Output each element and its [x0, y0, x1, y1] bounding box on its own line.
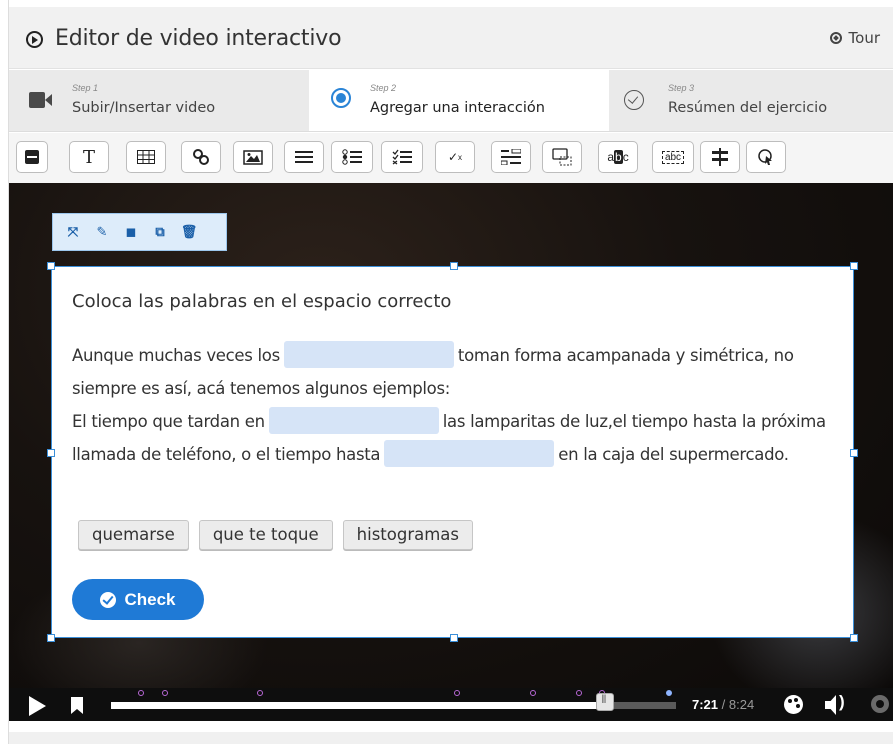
- compass-icon: [829, 32, 842, 44]
- seek-thumb[interactable]: [596, 693, 615, 711]
- gear-icon[interactable]: [871, 695, 889, 713]
- step-label: Subir/Insertar video: [72, 100, 216, 116]
- interaction-marker[interactable]: [257, 690, 263, 696]
- interactive-video-editor: Editor de video interactivo Tour Step 1 …: [8, 0, 893, 744]
- tour-button[interactable]: Tour: [829, 29, 880, 47]
- current-time: 7:21: [692, 697, 719, 712]
- time-display: 7:21 / 8:24: [692, 697, 754, 712]
- resize-handle[interactable]: [850, 634, 858, 642]
- drop-zone[interactable]: [283, 341, 454, 368]
- drop-zone[interactable]: [268, 407, 439, 434]
- resize-handle[interactable]: [47, 634, 55, 642]
- resize-handle[interactable]: [47, 262, 55, 270]
- bookmark-icon[interactable]: [71, 697, 83, 714]
- video-canvas[interactable]: ⤧ ✎ ◼ ⧉ 🗑 Coloca las palabras en el espa…: [9, 183, 893, 721]
- tour-label: Tour: [848, 29, 880, 47]
- drop-zone[interactable]: [384, 440, 555, 467]
- draggable-words: quemarse que te toque histogramas: [78, 520, 474, 550]
- resize-handle[interactable]: [450, 262, 458, 270]
- interaction-marker[interactable]: [454, 690, 460, 696]
- resize-handle[interactable]: [850, 262, 858, 270]
- task-text: Aunque muchas veces los toman forma acamp…: [72, 339, 842, 471]
- label-icon[interactable]: [16, 141, 48, 173]
- step-label: Agregar una interacción: [370, 100, 545, 116]
- video-camera-icon: [29, 92, 52, 108]
- bring-to-front-icon[interactable]: ◼: [124, 224, 138, 239]
- draggable-word[interactable]: histogramas: [342, 520, 474, 550]
- check-button[interactable]: Check: [72, 579, 204, 620]
- expand-icon[interactable]: ⤧: [66, 224, 80, 239]
- page-title: Editor de video interactivo: [55, 26, 342, 51]
- navigation-hotspot-icon[interactable]: [746, 141, 786, 173]
- draggable-word[interactable]: que te toque: [198, 520, 333, 550]
- play-circle-icon: [26, 31, 43, 48]
- statements-icon[interactable]: [284, 141, 324, 173]
- seek-bar[interactable]: [111, 702, 676, 709]
- copy-icon[interactable]: ⧉: [153, 224, 167, 239]
- touch-icon: [331, 88, 351, 108]
- text-segment: Aunque muchas veces los: [72, 346, 280, 365]
- step-label: Resúmen del ejercicio: [668, 100, 828, 116]
- delete-icon[interactable]: 🗑: [181, 224, 198, 239]
- table-icon[interactable]: [126, 141, 166, 173]
- task-title: Coloca las palabras en el espacio correc…: [72, 291, 452, 312]
- tab-step-3[interactable]: Step 3 Resúmen del ejercicio: [609, 70, 893, 131]
- player-controls: 7:21 / 8:24: [9, 688, 893, 721]
- link-icon[interactable]: [181, 141, 221, 173]
- total-time: / 8:24: [721, 697, 755, 712]
- drag-text-icon[interactable]: abc: [652, 141, 694, 173]
- interaction-mini-toolbar: ⤧ ✎ ◼ ⧉ 🗑: [52, 213, 227, 251]
- play-icon[interactable]: [29, 696, 46, 716]
- palette-icon[interactable]: [784, 695, 803, 714]
- text-segment: El tiempo que tardan en: [72, 412, 265, 431]
- interaction-marker[interactable]: [576, 690, 582, 696]
- check-icon: [100, 591, 117, 608]
- step-number: Step 2: [370, 83, 397, 93]
- step-number: Step 3: [668, 83, 695, 93]
- interaction-marker[interactable]: [162, 690, 168, 696]
- crossroads-icon[interactable]: [700, 141, 740, 173]
- drag-text-interaction[interactable]: Coloca las palabras en el espacio correc…: [47, 262, 858, 642]
- multiple-choice-icon[interactable]: [381, 141, 423, 173]
- draggable-word[interactable]: quemarse: [78, 520, 189, 550]
- bookmark-marker[interactable]: [666, 690, 672, 696]
- resize-handle[interactable]: [450, 634, 458, 642]
- resize-handle[interactable]: [47, 449, 55, 457]
- step-tabs: Step 1 Subir/Insertar video Step 2 Agreg…: [9, 70, 893, 132]
- drag-drop-icon[interactable]: [542, 141, 582, 173]
- tab-step-2[interactable]: Step 2 Agregar una interacción: [309, 70, 609, 131]
- seek-progress: [111, 702, 606, 709]
- single-choice-icon[interactable]: [331, 141, 373, 173]
- text-icon[interactable]: T: [69, 141, 109, 173]
- check-label: Check: [124, 589, 176, 609]
- interaction-marker[interactable]: [530, 690, 536, 696]
- editor-header: Editor de video interactivo Tour: [9, 7, 893, 69]
- interaction-marker[interactable]: [138, 690, 144, 696]
- image-icon[interactable]: [233, 141, 273, 173]
- volume-icon[interactable]: [825, 692, 845, 715]
- check-circle-icon: [624, 90, 644, 110]
- mark-words-icon[interactable]: abc: [598, 141, 638, 173]
- resize-handle[interactable]: [850, 449, 858, 457]
- edit-icon[interactable]: ✎: [95, 224, 109, 239]
- text-segment: en la caja del supermercado.: [558, 445, 789, 464]
- step-number: Step 1: [72, 83, 99, 93]
- tab-step-1[interactable]: Step 1 Subir/Insertar video: [9, 70, 309, 131]
- interaction-toolbar: T ✓ x abc abc: [9, 133, 893, 183]
- editor-footer: [9, 732, 893, 744]
- fill-blanks-icon[interactable]: [491, 141, 531, 173]
- true-false-icon[interactable]: ✓ x: [435, 141, 475, 173]
